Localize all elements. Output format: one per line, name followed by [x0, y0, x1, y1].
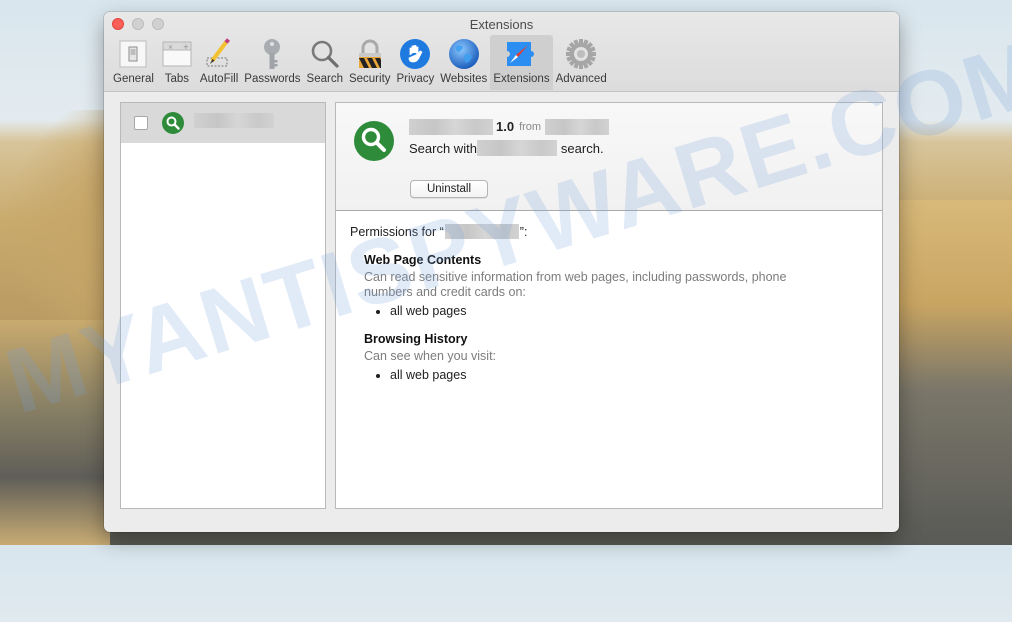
permission-scope-item: all web pages [390, 367, 868, 383]
permission-title: Web Page Contents [364, 253, 482, 267]
extension-name-redacted [409, 118, 493, 135]
preferences-toolbar: General × + Tabs AutoFill Passwords Sear… [110, 35, 610, 90]
extension-green-search-icon [354, 121, 394, 161]
permission-description: Can see when you visit: [364, 349, 497, 363]
tab-websites[interactable]: Websites [437, 35, 490, 90]
tab-security[interactable]: Security [346, 35, 394, 90]
extension-list-item[interactable] [121, 103, 325, 143]
extension-detail: 1.0 from Search with search. Uninstall P… [335, 102, 883, 509]
tab-passwords[interactable]: Passwords [241, 35, 303, 90]
tab-tabs[interactable]: × + Tabs [157, 35, 197, 90]
padlock-icon [353, 37, 387, 71]
pencil-icon [202, 37, 236, 71]
permission-web-page-contents: Web Page Contents Can read sensitive inf… [364, 253, 868, 319]
extension-name-redacted [444, 224, 519, 239]
permission-scope-item: all web pages [390, 303, 868, 319]
permissions-heading: Permissions for “ ”: [350, 224, 528, 239]
extension-description: Search with search. [409, 140, 604, 156]
permission-browsing-history: Browsing History Can see when you visit:… [364, 332, 868, 383]
safari-preferences-window: Extensions General × + Tabs AutoFill Pas… [104, 12, 899, 532]
titlebar: Extensions General × + Tabs AutoFill Pas… [104, 12, 899, 92]
desktop-wallpaper-dune-right [880, 200, 1012, 545]
developer-name-redacted [545, 118, 610, 135]
general-switch-icon [116, 37, 150, 71]
tab-search[interactable]: Search [304, 35, 346, 90]
uninstall-button[interactable]: Uninstall [410, 180, 488, 198]
permission-scope-list: all web pages [364, 367, 868, 383]
green-search-icon [162, 112, 184, 134]
permissions-section: Permissions for “ ”: Web Page Contents C… [336, 211, 882, 396]
desktop-wallpaper-shadow [0, 320, 110, 545]
window-title: Extensions [469, 17, 534, 32]
globe-icon [447, 37, 481, 71]
hand-icon [398, 37, 432, 71]
extension-header: 1.0 from Search with search. Uninstall [336, 103, 882, 211]
extension-version: 1.0 [496, 119, 515, 134]
tab-privacy[interactable]: Privacy [394, 35, 438, 90]
from-label: from [519, 120, 542, 133]
svg-text:+: + [183, 43, 189, 51]
puzzle-compass-icon [504, 37, 538, 71]
extension-enable-checkbox[interactable] [134, 116, 148, 130]
permission-title: Browsing History [364, 332, 468, 346]
description-prefix: Search with [409, 140, 477, 156]
tabs-icon: × + [160, 37, 194, 71]
tab-autofill[interactable]: AutoFill [197, 35, 241, 90]
extensions-pane: 1.0 from Search with search. Uninstall P… [104, 92, 899, 532]
permission-scope-list: all web pages [364, 303, 868, 319]
key-icon [255, 37, 289, 71]
svg-text:×: × [168, 44, 173, 51]
search-provider-redacted [476, 140, 557, 156]
gear-icon [564, 37, 598, 71]
extension-name-redacted [194, 112, 274, 128]
magnifier-icon [308, 37, 342, 71]
tab-advanced[interactable]: Advanced [553, 35, 610, 90]
tab-extensions[interactable]: Extensions [490, 35, 553, 90]
tab-general[interactable]: General [110, 35, 157, 90]
extension-title-line: 1.0 from [409, 118, 610, 135]
description-suffix: search. [560, 140, 604, 156]
extensions-list [120, 102, 326, 509]
permission-description: Can read sensitive information from web … [364, 270, 787, 299]
